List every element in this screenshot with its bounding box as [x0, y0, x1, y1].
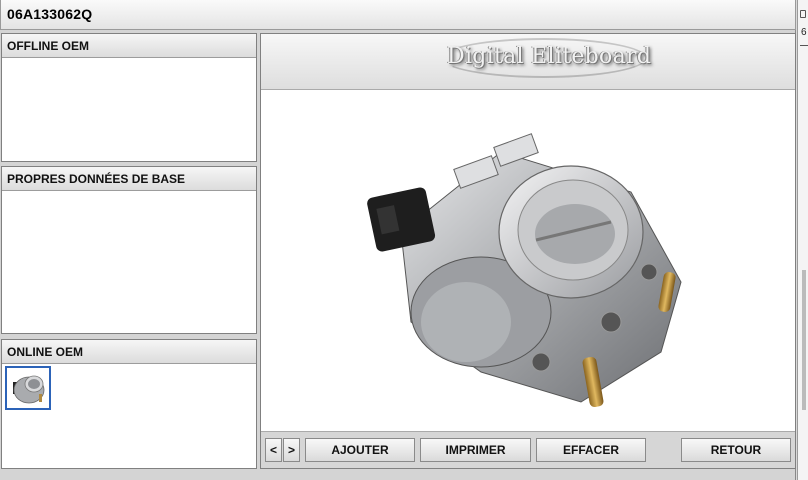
title-bar: 06A133062Q	[0, 0, 796, 30]
offline-oem-panel: OFFLINE OEM	[1, 33, 257, 162]
base-data-panel: PROPRES DONNÉES DE BASE	[1, 166, 257, 334]
clear-button[interactable]: EFFACER	[536, 438, 646, 462]
offline-oem-header: OFFLINE OEM	[2, 34, 256, 58]
next-button[interactable]: >	[283, 438, 300, 462]
image-viewer: Digital Eliteboard < > AJOUTER IMPRIMER …	[260, 33, 796, 469]
edge-mark: 6	[801, 27, 807, 38]
edge-scrollbar[interactable]	[802, 270, 806, 410]
toolbar: < > AJOUTER IMPRIMER EFFACER RETOUR	[261, 431, 795, 468]
main-window: 06A133062Q OFFLINE OEM PROPRES DONNÉES D…	[0, 0, 796, 480]
prev-button[interactable]: <	[265, 438, 282, 462]
add-button[interactable]: AJOUTER	[305, 438, 415, 462]
throttle-body-image	[367, 133, 682, 408]
online-oem-header: ONLINE OEM	[2, 340, 256, 364]
base-data-header: PROPRES DONNÉES DE BASE	[2, 167, 256, 191]
window-title: 06A133062Q	[7, 6, 93, 22]
back-button[interactable]: RETOUR	[681, 438, 791, 462]
print-button[interactable]: IMPRIMER	[420, 438, 531, 462]
background-window-edge: 6	[797, 0, 808, 480]
banner: Digital Eliteboard	[261, 34, 795, 90]
thumbnail-image[interactable]	[5, 366, 51, 410]
edge-box-icon	[800, 10, 806, 18]
banner-logo-text: Digital Eliteboard	[447, 44, 652, 69]
thumbnail-throttle-icon	[13, 375, 45, 404]
edge-divider	[800, 45, 808, 46]
online-oem-panel: ONLINE OEM	[1, 339, 257, 469]
